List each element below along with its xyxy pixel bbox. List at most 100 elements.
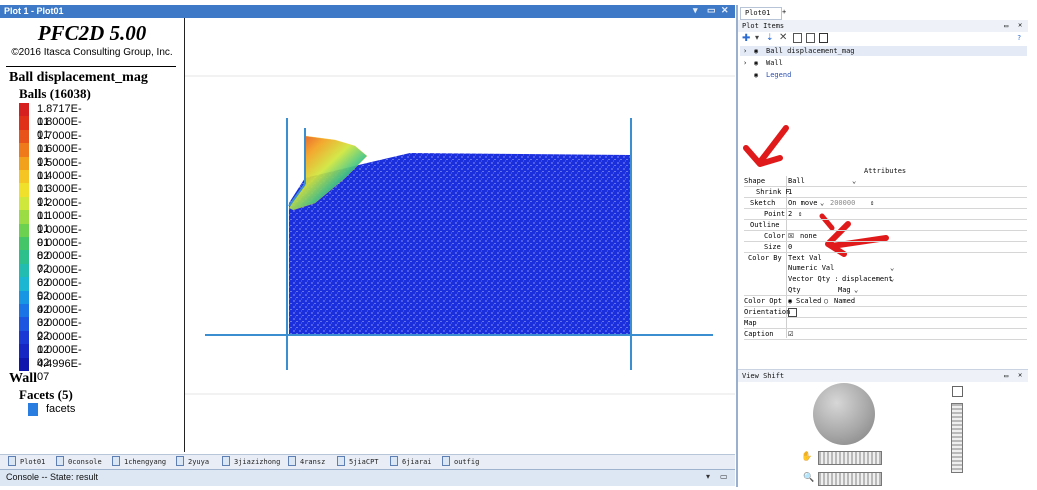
rotation-sphere[interactable] (813, 383, 875, 445)
chevron-down-icon[interactable]: ⌄ (820, 198, 824, 208)
zoom-slider[interactable] (951, 403, 963, 473)
file-icon (56, 456, 64, 466)
zoom-horizontal-slider[interactable] (818, 472, 882, 486)
file-icon (337, 456, 345, 466)
console-restore-icon[interactable]: ▭ (720, 472, 728, 481)
help-icon[interactable]: ? (1017, 34, 1021, 42)
radio-scaled-icon[interactable]: ◉ (788, 296, 792, 306)
colorbar-swatch (19, 237, 29, 251)
pan-hand-icon[interactable]: ✋ (801, 452, 812, 462)
delete-icon[interactable]: ✕ (779, 32, 787, 43)
attr-outline[interactable]: Outline (744, 220, 1027, 231)
visible-eye-icon[interactable]: ◉ (754, 71, 758, 79)
attr-shrink[interactable]: Shrink F 1 (744, 187, 1027, 198)
paste-icon[interactable] (806, 33, 815, 43)
tab-5jiacpt[interactable]: 5jiaCPT (337, 456, 379, 468)
colorbar-swatch (19, 103, 29, 117)
colorbar: 1.8717E-01 1.8000E-01 1.7000E-01 1.6000E-01… (0, 103, 184, 383)
colorbar-label: 4.4996E-07 (37, 357, 82, 383)
plot-area[interactable] (185, 18, 735, 452)
colorbar-swatch (19, 143, 29, 157)
attr-shape[interactable]: Shape Ball ⌄ (744, 176, 1027, 187)
pan-slider[interactable] (818, 451, 882, 465)
visible-eye-icon[interactable]: ◉ (754, 59, 758, 67)
reset-view-icon[interactable] (952, 386, 963, 397)
filter-icon[interactable]: ⇣ (766, 33, 774, 43)
colorbar-swatch (19, 129, 29, 144)
attr-caption[interactable]: Caption ☑ (744, 329, 1027, 340)
zoom-magnifier-icon[interactable]: 🔍 (803, 473, 814, 483)
restore-icon[interactable]: ▭ (707, 5, 716, 16)
window-menu-icon[interactable]: ▾ (693, 5, 698, 16)
tab-0console[interactable]: 0console (56, 456, 102, 468)
attr-color-by[interactable]: Color By Text Val Numeric Val ⌄ Vector Q… (744, 253, 1027, 296)
checkbox-icon[interactable] (819, 33, 828, 43)
balls-label: Balls (16038) (19, 86, 91, 101)
view-shift-header: View Shift ▭ ✕ (738, 369, 1028, 382)
attr-point[interactable]: Point 2 ⇕ (744, 209, 1027, 220)
console-bar[interactable]: Console -- State: result ▾ ▭ (0, 469, 735, 486)
attr-color-opt[interactable]: Color Opt ◉ Scaled ○ Named (744, 296, 1027, 307)
panel-restore-icon[interactable]: ▭ (1004, 372, 1008, 380)
panel-close-icon[interactable]: ✕ (1018, 21, 1022, 29)
colorbar-swatch (19, 290, 29, 304)
expand-icon[interactable]: › (743, 47, 747, 55)
tab-plot01-control[interactable]: Plot01 (740, 7, 782, 20)
colorbar-swatch (19, 116, 29, 130)
colorbar-swatch (19, 277, 29, 291)
colorbar-swatch (19, 357, 29, 371)
file-icon (288, 456, 296, 466)
attr-outline-size[interactable]: Size 0 (744, 242, 1027, 253)
model-plot[interactable] (185, 18, 735, 452)
plot-item-wall[interactable]: › ◉ Wall (740, 58, 1027, 68)
colorbar-swatch (19, 317, 29, 331)
spinner-icon[interactable]: ⇕ (870, 198, 874, 208)
tab-4ransz[interactable]: 4ransz (288, 456, 325, 468)
panel-restore-icon[interactable]: ▭ (1004, 22, 1008, 30)
tab-3jiazizhong[interactable]: 3jiazizhong (222, 456, 280, 468)
plot-window-titlebar: Plot 1 - Plot01 ▾ ▭ ✕ (0, 5, 735, 18)
chevron-down-icon[interactable]: ⌄ (890, 263, 894, 273)
add-item-icon[interactable]: ✚ (742, 33, 750, 44)
facets-swatch (28, 403, 38, 416)
dropdown-icon[interactable]: ▾ (755, 33, 759, 42)
tab-1chengyang[interactable]: 1chengyang (112, 456, 166, 468)
radio-named-icon[interactable]: ○ (824, 296, 828, 306)
panel-close-icon[interactable]: ✕ (1018, 371, 1022, 379)
checkbox-checked-icon[interactable]: ☑ (788, 329, 793, 339)
expand-icon[interactable]: › (743, 59, 747, 67)
file-icon (442, 456, 450, 466)
add-tab-button[interactable]: + (782, 8, 786, 16)
file-icon (390, 456, 398, 466)
legend-panel: PFC2D 5.00 ©2016 Itasca Consulting Group… (0, 18, 185, 452)
console-menu-icon[interactable]: ▾ (706, 472, 710, 481)
tab-outfig[interactable]: outfig (442, 456, 479, 468)
chevron-down-icon[interactable]: ⌄ (852, 176, 856, 186)
plot-item-legend[interactable]: ◉ Legend (740, 70, 1027, 80)
legend-heading: Ball displacement_mag (9, 70, 148, 85)
colorbar-swatch (19, 223, 29, 237)
copy-icon[interactable] (793, 33, 802, 43)
tab-2yuya[interactable]: 2yuya (176, 456, 209, 468)
checkbox-icon[interactable] (788, 308, 797, 317)
attributes-title: Attributes (864, 167, 907, 175)
visible-eye-icon[interactable]: ◉ (754, 47, 758, 55)
tab-6jiarai[interactable]: 6jiarai (390, 456, 432, 468)
colorbar-swatch (19, 250, 29, 264)
no-color-icon[interactable]: ☒ (788, 231, 794, 241)
wall-label: Wall (9, 371, 38, 386)
colorbar-swatch (19, 156, 29, 170)
spinner-icon[interactable]: ⇕ (798, 209, 802, 219)
attr-map[interactable]: Map (744, 318, 1027, 329)
attr-sketch[interactable]: Sketch On move ⌄ 200000 ⇕ (744, 198, 1027, 209)
plot-item-ball[interactable]: › ◉ Ball displacement_mag (740, 46, 1027, 56)
chevron-down-icon[interactable]: ⌄ (890, 274, 894, 284)
file-icon (176, 456, 184, 466)
plot-items-toolbar: ✚ ▾ ⇣ ✕ ? (742, 32, 1032, 45)
attr-outline-color[interactable]: Color ☒ none (744, 231, 1027, 242)
chevron-down-icon[interactable]: ⌄ (854, 285, 858, 295)
attr-orientation[interactable]: Orientation (744, 307, 1027, 318)
tab-plot01[interactable]: Plot01 (8, 456, 45, 468)
close-icon[interactable]: ✕ (721, 5, 729, 16)
plot-items-header: Plot Items ▭ ✕ (738, 20, 1028, 32)
